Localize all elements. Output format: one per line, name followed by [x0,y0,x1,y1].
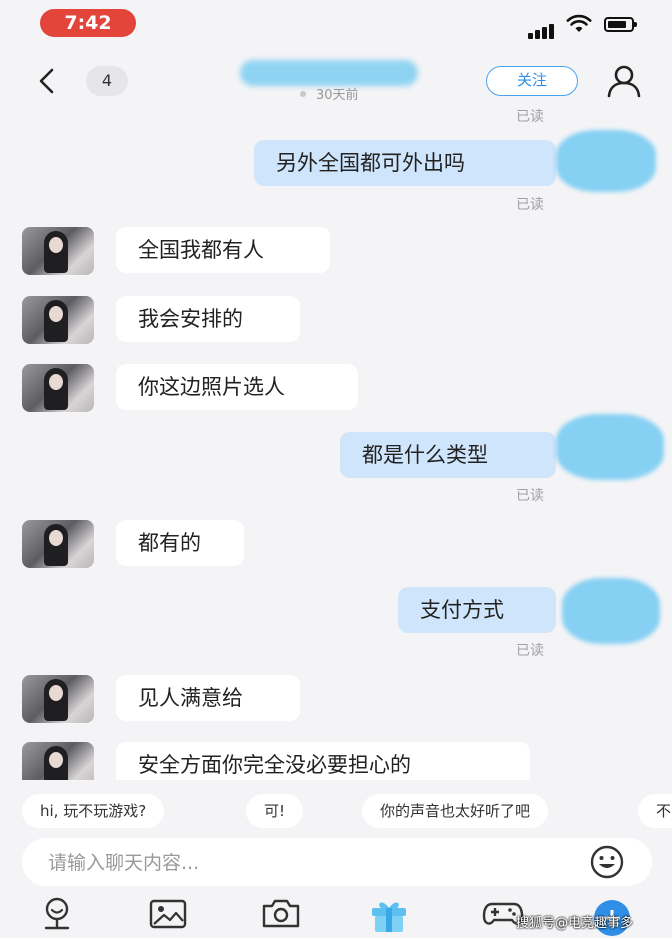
outgoing-message[interactable]: 支付方式 [398,587,556,633]
contact-avatar[interactable] [22,296,94,344]
signal-icon [528,20,556,39]
outgoing-message[interactable]: 另外全国都可外出吗 [254,140,556,186]
emoji-icon[interactable] [588,844,626,880]
status-bar: 7:42 [0,0,672,50]
my-avatar-redacted [556,130,656,192]
message-input[interactable] [46,838,590,888]
incoming-message[interactable]: 我会安排的 [116,296,300,342]
contact-avatar[interactable] [22,227,94,275]
contact-avatar[interactable] [22,675,94,723]
status-dot-icon [300,91,306,97]
quick-reply-chip[interactable]: 不 [638,794,672,828]
battery-icon [604,17,637,32]
read-receipt: 已读 [516,109,544,125]
back-arrow-icon[interactable] [36,66,58,96]
image-icon[interactable] [148,896,188,930]
contact-avatar[interactable] [22,520,94,568]
incoming-message[interactable]: 全国我都有人 [116,227,330,273]
voice-icon[interactable] [38,896,76,932]
contact-avatar[interactable] [22,364,94,412]
wifi-icon [566,14,592,32]
unread-count-badge[interactable]: 4 [86,66,128,96]
incoming-message[interactable]: 见人满意给 [116,675,300,721]
contact-avatar[interactable] [22,742,94,780]
incoming-message[interactable]: 你这边照片选人 [116,364,358,410]
read-receipt: 已读 [516,488,544,504]
follow-button[interactable]: 关注 [486,66,578,96]
read-receipt: 已读 [516,643,544,659]
outgoing-message[interactable]: 都是什么类型 [340,432,556,478]
quick-reply-chip[interactable]: hi, 玩不玩游戏? [22,794,165,828]
read-receipt: 已读 [516,197,544,213]
quick-reply-bar: hi, 玩不玩游戏? 可! 你的声音也太好听了吧 不 [0,794,672,830]
gift-icon[interactable] [368,896,410,934]
quick-reply-chip[interactable]: 你的声音也太好听了吧 [362,794,549,828]
profile-icon[interactable] [606,64,642,98]
contact-name-redacted [240,60,418,86]
status-time: 7:42 [40,9,136,37]
message-input-bar [22,838,652,888]
my-avatar-redacted [562,578,660,644]
message-list[interactable]: 已读 另外全国都可外出吗 已读 全国我都有人 我会安排的 你这边照片选人 都是什… [0,100,672,780]
my-avatar-redacted [556,414,664,480]
incoming-message[interactable]: 都有的 [116,520,244,566]
incoming-message[interactable]: 安全方面你完全没必要担心的 [116,742,530,780]
camera-icon[interactable] [260,896,302,930]
quick-reply-chip[interactable]: 可! [246,794,304,828]
watermark: 搜狐号@电竞趣事多 [516,916,634,931]
